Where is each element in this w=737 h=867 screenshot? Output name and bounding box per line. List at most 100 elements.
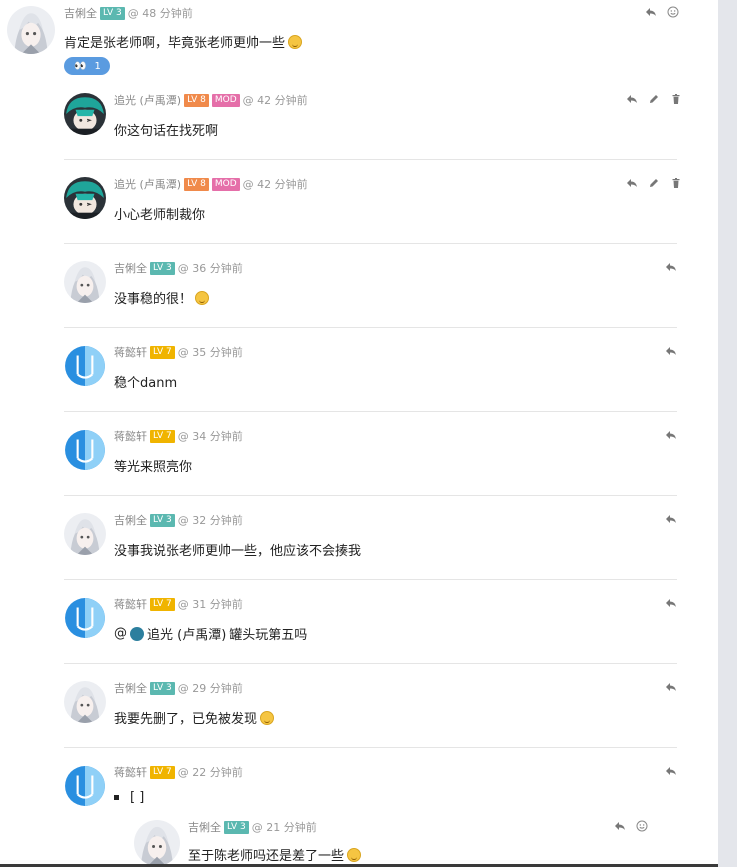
level-badge: LV 3 [100,6,125,20]
comment-text: [ ] [114,790,144,805]
author-name[interactable]: 蒋懿轩 [114,596,147,612]
avatar[interactable] [64,513,106,555]
comment-actions [626,93,682,105]
comment-text: 没事我说张老师更帅一些，他应该不会揍我 [114,544,362,559]
reply-icon[interactable] [665,681,677,693]
author-name[interactable]: 吉俐全 [114,260,147,276]
level-badge: LV 3 [150,513,175,527]
grin-emoji-icon [260,710,275,725]
level-badge: LV 3 [224,820,249,834]
author-name[interactable]: 追光 (卢禹潭) [114,176,181,192]
comment-actions [626,177,682,189]
comment-actions [614,820,648,832]
blush-emoji-icon [347,847,362,862]
comment-actions [665,345,677,357]
mention-link[interactable]: 追光 (卢禹潭) [147,624,226,643]
pencil-icon[interactable] [648,177,660,189]
author-name[interactable]: 蒋懿轩 [114,428,147,444]
comment-meta: 吉俐全 LV 3 @ 21 分钟前 [188,819,317,835]
divider [64,411,677,412]
reaction-count: 1 [94,60,101,72]
task-checkbox[interactable]: [ ] [130,790,144,805]
avatar[interactable] [134,820,180,866]
timestamp: @ 34 分钟前 [177,430,243,443]
comment-meta: 吉俐全 LV 3 @ 32 分钟前 [114,512,243,528]
mention-prefix: @ [114,626,127,641]
reply-icon[interactable] [665,261,677,273]
divider [64,243,677,244]
trash-icon[interactable] [670,93,682,105]
avatar[interactable] [64,681,106,723]
reply-icon[interactable] [626,93,638,105]
author-name[interactable]: 蒋懿轩 [114,344,147,360]
author-name[interactable]: 吉俐全 [188,819,221,835]
divider [64,327,677,328]
level-badge: LV 8 [184,177,209,191]
divider [64,495,677,496]
divider [64,747,677,748]
comment-meta: 吉俐全 LV 3 @ 48 分钟前 [64,5,193,21]
level-badge: LV 7 [150,345,175,359]
comment-actions [665,429,677,441]
comment-meta: 蒋懿轩 LV 7 @ 35 分钟前 [114,344,243,360]
avatar[interactable] [64,177,106,219]
avatar[interactable] [64,93,106,135]
timestamp: @ 21 分钟前 [251,821,317,834]
comment-meta: 吉俐全 LV 3 @ 36 分钟前 [114,260,243,276]
timestamp: @ 48 分钟前 [127,7,193,20]
timestamp: @ 32 分钟前 [177,514,243,527]
avatar[interactable] [64,597,106,639]
author-name[interactable]: 吉俐全 [114,680,147,696]
smile-icon[interactable] [667,6,679,18]
reply-icon[interactable] [626,177,638,189]
reply-icon[interactable] [645,6,657,18]
smile-emoji-icon [195,290,210,305]
comment-actions [665,765,677,777]
comment-meta: 蒋懿轩 LV 7 @ 31 分钟前 [114,596,243,612]
timestamp: @ 42 分钟前 [242,94,308,107]
comment-meta: 蒋懿轩 LV 7 @ 22 分钟前 [114,764,243,780]
comment-actions [665,681,677,693]
reply-icon[interactable] [665,345,677,357]
avatar[interactable] [7,6,55,54]
comment-actions [645,6,679,18]
trash-icon[interactable] [670,177,682,189]
reply-icon[interactable] [665,597,677,609]
comment-text: 等光来照亮你 [114,460,193,475]
avatar[interactable] [64,765,106,807]
pencil-icon[interactable] [648,93,660,105]
smile-icon[interactable] [636,820,648,832]
level-badge: LV 7 [150,597,175,611]
author-name[interactable]: 蒋懿轩 [114,764,147,780]
comment-text: 没事稳的很！ [114,288,210,307]
divider [64,159,677,160]
reply-icon[interactable] [665,429,677,441]
timestamp: @ 31 分钟前 [177,598,243,611]
avatar[interactable] [64,261,106,303]
comment-meta: 吉俐全 LV 3 @ 29 分钟前 [114,680,243,696]
mention-avatar [130,626,144,641]
avatar[interactable] [64,345,106,387]
divider [64,579,677,580]
reply-icon[interactable] [614,820,626,832]
avatar[interactable] [64,429,106,471]
comment-text: @ 追光 (卢禹潭) 罐头玩第五吗 [114,624,308,643]
reaction-chip[interactable]: 👀 1 [64,57,110,75]
comment-text: 小心老师制裁你 [114,208,206,223]
timestamp: @ 22 分钟前 [177,766,243,779]
reply-icon[interactable] [665,765,677,777]
author-name[interactable]: 追光 (卢禹潭) [114,92,181,108]
author-name[interactable]: 吉俐全 [64,5,97,21]
reply-icon[interactable] [665,513,677,525]
timestamp: @ 42 分钟前 [242,178,308,191]
author-name[interactable]: 吉俐全 [114,512,147,528]
level-badge: LV 3 [150,261,175,275]
comment-meta: 蒋懿轩 LV 7 @ 34 分钟前 [114,428,243,444]
comment-text: 我要先删了，已免被发现 [114,708,275,727]
comment-text: 肯定是张老师啊，毕竟张老师更帅一些 [64,32,303,51]
level-badge: LV 7 [150,429,175,443]
level-badge: LV 7 [150,765,175,779]
list-bullet [114,795,119,800]
mod-badge: MOD [211,93,240,107]
scrollbar-track[interactable] [718,0,737,867]
